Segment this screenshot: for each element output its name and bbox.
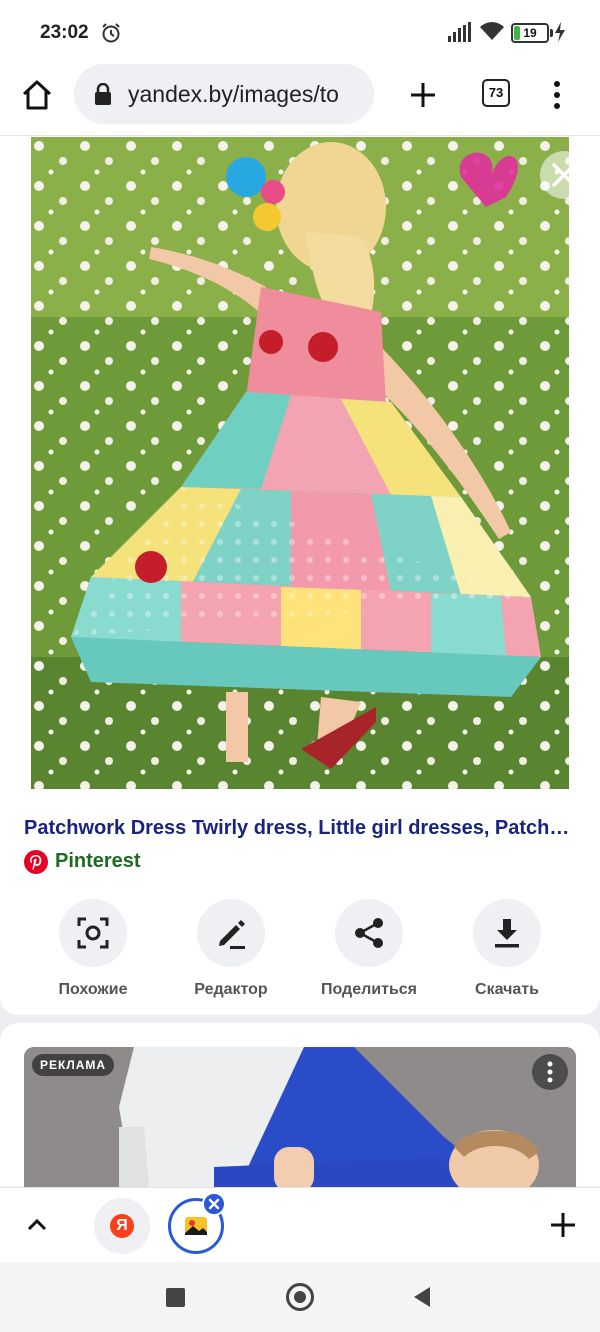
system-home-icon[interactable] xyxy=(286,1283,314,1311)
share-label: Поделиться xyxy=(320,981,418,998)
image-title[interactable]: Patchwork Dress Twirly dress, Little gir… xyxy=(24,817,576,840)
similar-search-icon xyxy=(77,917,109,949)
source-name: Pinterest xyxy=(55,850,141,872)
signal-icon xyxy=(448,22,471,42)
image-actions: Похожие Редактор Поделиться Скачать xyxy=(0,897,600,1007)
charging-icon xyxy=(555,22,565,42)
download-button[interactable]: Скачать xyxy=(438,897,576,1007)
tabs-button[interactable]: 73 xyxy=(482,79,510,107)
url-text: yandex.by/images/to xyxy=(128,81,339,107)
plus-icon[interactable] xyxy=(548,1210,578,1240)
ad-card[interactable]: РЕКЛАМА xyxy=(0,1023,600,1187)
more-vert-icon xyxy=(547,1061,553,1083)
yandex-icon: Я xyxy=(110,1214,134,1238)
download-icon xyxy=(495,919,519,948)
image-viewer: Patchwork Dress Twirly dress, Little gir… xyxy=(0,137,600,1187)
download-label: Скачать xyxy=(475,981,539,998)
chevron-up-icon[interactable] xyxy=(24,1212,50,1238)
wifi-icon xyxy=(480,22,504,40)
ad-badge: РЕКЛАМА xyxy=(32,1054,115,1076)
dress-photo[interactable] xyxy=(31,137,569,789)
yandex-button[interactable]: Я xyxy=(94,1198,150,1254)
similar-circle xyxy=(59,899,127,967)
similar-button[interactable]: Похожие xyxy=(24,897,162,1007)
editor-circle xyxy=(197,899,265,967)
lock-icon xyxy=(95,83,111,105)
pencil-icon xyxy=(219,920,245,949)
alarm-icon xyxy=(102,23,120,43)
close-icon xyxy=(552,163,576,187)
battery-icon: 19 xyxy=(511,23,549,43)
browser-toolbar: yandex.by/images/to 73 xyxy=(0,64,600,136)
similar-label: Похожие xyxy=(58,981,128,998)
status-bar: 23:02 19 xyxy=(0,0,600,64)
editor-label: Редактор xyxy=(194,981,268,998)
share-circle xyxy=(335,899,403,967)
battery-percent: 19 xyxy=(523,26,537,40)
download-circle xyxy=(473,899,541,967)
share-icon xyxy=(355,918,383,948)
system-nav-bar xyxy=(0,1262,600,1332)
back-icon[interactable] xyxy=(412,1286,432,1308)
status-time: 23:02 xyxy=(40,22,89,43)
ad-image[interactable]: РЕКЛАМА xyxy=(24,1047,576,1187)
recents-icon[interactable] xyxy=(166,1288,185,1307)
battery-cap xyxy=(550,29,553,37)
editor-button[interactable]: Редактор xyxy=(162,897,300,1007)
image-info-card: Patchwork Dress Twirly dress, Little gir… xyxy=(0,789,600,1015)
ad-menu-button[interactable] xyxy=(532,1054,568,1090)
browser-bottom-bar: Я xyxy=(0,1187,600,1262)
plus-icon[interactable] xyxy=(406,78,440,112)
home-dot xyxy=(294,1291,306,1303)
close-button[interactable] xyxy=(540,151,588,199)
close-tab-icon[interactable] xyxy=(202,1192,226,1216)
images-icon xyxy=(185,1217,207,1235)
address-bar[interactable]: yandex.by/images/to xyxy=(74,64,374,124)
home-icon[interactable] xyxy=(20,78,54,112)
share-button[interactable]: Поделиться xyxy=(300,897,438,1007)
pinterest-icon xyxy=(24,850,48,874)
more-vert-icon[interactable] xyxy=(544,78,570,112)
photo-area xyxy=(0,137,600,789)
